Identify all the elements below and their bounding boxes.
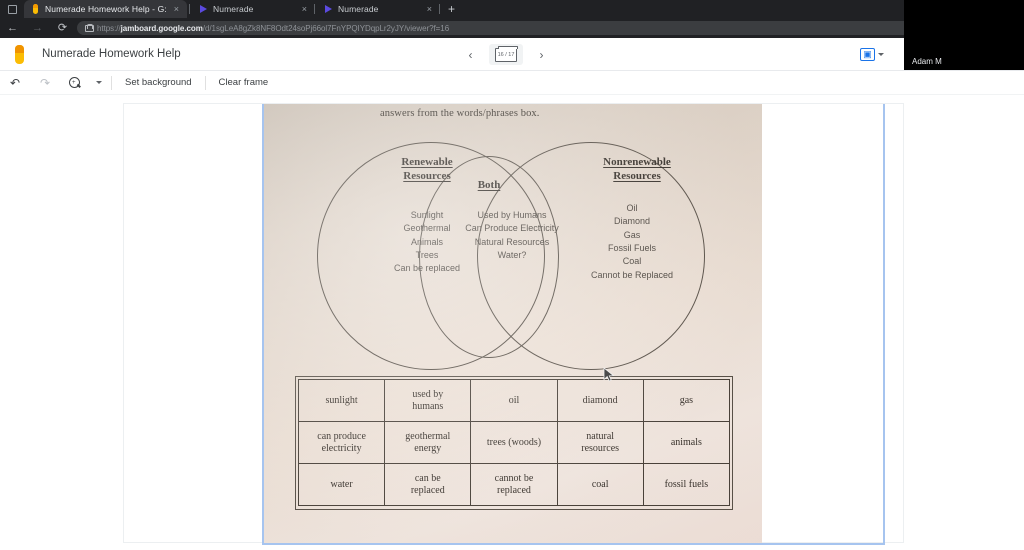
tab-title: Numerade	[338, 4, 379, 14]
close-icon[interactable]: ×	[171, 4, 179, 14]
word-bank-cell: animals	[642, 421, 731, 464]
text-line: Renewable	[401, 156, 453, 168]
word-bank-cell: can produce electricity	[297, 421, 386, 464]
tab-divider	[314, 4, 315, 14]
zoom-dropdown-button[interactable]	[90, 71, 108, 95]
text-line: Resources	[613, 169, 661, 182]
jamboard-logo-icon	[10, 43, 30, 65]
zoom-in-icon[interactable]: +	[60, 71, 90, 95]
jamboard-toolbar: ↶ ↷ + Set background Clear frame	[0, 71, 1024, 95]
venn-item: Cannot be Replaced	[590, 269, 674, 280]
close-icon[interactable]: ×	[299, 4, 307, 14]
numerade-icon	[324, 4, 334, 14]
worksheet-image[interactable]: answers from the words/phrases box. Rene…	[262, 104, 762, 545]
set-background-button[interactable]: Set background	[115, 77, 202, 88]
window-restore-icon[interactable]	[0, 0, 24, 18]
url-host: jamboard.google.com	[120, 23, 203, 33]
present-button[interactable]: ▣	[860, 48, 884, 61]
text-line: Both	[477, 179, 501, 191]
lock-icon	[85, 24, 94, 32]
venn-item: Fossil Fuels	[607, 242, 656, 253]
tab-divider	[439, 4, 440, 14]
worksheet-content: answers from the words/phrases box. Rene…	[262, 104, 762, 545]
browser-tab-2[interactable]: Numerade ×	[192, 0, 312, 18]
frame-navigation: ‹ 16 / 17 ›	[462, 38, 550, 71]
chevron-down-icon[interactable]	[878, 53, 884, 56]
tab-title: Numerade Homework Help - G:	[45, 4, 167, 14]
redo-button[interactable]: ↷	[30, 71, 60, 95]
venn-item: Gas	[623, 229, 641, 240]
next-frame-button[interactable]: ›	[533, 46, 550, 63]
url-text: https://jamboard.google.com/d/1sgLeA8gZk…	[97, 24, 449, 33]
participant-name: Adam M	[912, 57, 942, 66]
url-path: /d/1sgLeA8gZk8NF8Odt24soPj66ol7FnYPQIYDq…	[202, 23, 450, 33]
selection-handle-right[interactable]	[883, 104, 885, 545]
venn-diagram: Renewable Resources Both Nonrenewable Reso…	[262, 134, 762, 392]
browser-tab-3[interactable]: Numerade ×	[317, 0, 437, 18]
word-bank-cell: gas	[642, 379, 731, 422]
word-bank-cell: geothermal energy	[384, 421, 472, 464]
tab-divider	[189, 4, 190, 14]
word-bank-cell: oil	[470, 379, 558, 422]
text-line: Resources	[403, 169, 451, 182]
browser-tab-1[interactable]: Numerade Homework Help - G: ×	[24, 0, 187, 18]
video-call-overlay[interactable]: Adam M	[904, 0, 1024, 70]
worksheet-instruction: answers from the words/phrases box.	[380, 108, 540, 119]
word-bank-cell: can be replaced	[384, 463, 472, 506]
word-bank-body: sunlight used by humans oil diamond gas can pr…	[297, 379, 731, 506]
venn-item: Diamond	[613, 216, 651, 227]
venn-item: Can be replaced	[393, 263, 461, 274]
venn-list-nonrenewable: Oil Diamond Gas Fossil Fuels Coal Cannot be R…	[542, 202, 722, 282]
frame-thumbnail-icon: 16 / 17	[495, 46, 518, 62]
word-bank-cell: coal	[556, 463, 644, 506]
venn-heading-nonrenewable: Nonrenewable Resources	[562, 156, 712, 184]
tab-strip: Numerade Homework Help - G: × Numerade ×…	[0, 0, 1024, 18]
browser-chrome: Numerade Homework Help - G: × Numerade ×…	[0, 0, 1024, 38]
word-bank-cell: diamond	[556, 379, 644, 422]
word-bank-row: sunlight used by humans oil diamond gas	[297, 379, 731, 422]
word-bank-row: can produce electricity geothermal energy tr…	[297, 421, 731, 464]
clear-frame-button[interactable]: Clear frame	[209, 77, 279, 88]
selection-handle-left[interactable]	[262, 104, 264, 545]
word-bank-cell: used by humans	[384, 379, 472, 422]
word-bank-cell: cannot be replaced	[470, 463, 558, 506]
word-bank-table: sunlight used by humans oil diamond gas can pr…	[297, 379, 731, 506]
jam-frame: answers from the words/phrases box. Rene…	[123, 103, 904, 545]
jamboard-canvas[interactable]: answers from the words/phrases box. Rene…	[0, 95, 1024, 550]
word-bank-cell: sunlight	[297, 379, 386, 422]
forward-button[interactable]: →	[25, 18, 50, 38]
url-scheme: https://	[97, 23, 121, 33]
address-bar[interactable]: https://jamboard.google.com/d/1sgLeA8gZk…	[77, 21, 982, 35]
browser-nav-toolbar: ← → ⟳ https://jamboard.google.com/d/1sgL…	[0, 18, 1024, 38]
app-root: Numerade Homework Help - G: × Numerade ×…	[0, 0, 1024, 550]
venn-item: Oil	[626, 203, 638, 213]
page-title: Numerade Homework Help	[42, 48, 181, 60]
present-icon: ▣	[860, 48, 875, 61]
venn-heading-both: Both	[452, 179, 526, 193]
numerade-icon	[199, 4, 209, 14]
new-tab-button[interactable]: +	[442, 3, 461, 15]
word-bank-cell: fossil fuels	[642, 463, 731, 506]
toolbar-divider	[111, 75, 112, 90]
previous-frame-button[interactable]: ‹	[462, 46, 479, 63]
frame-counter-label: 16 / 17	[497, 51, 515, 58]
venn-item: Coal	[622, 256, 642, 267]
jamboard-icon	[31, 4, 41, 14]
back-button[interactable]: ←	[0, 18, 25, 38]
undo-button[interactable]: ↶	[0, 71, 30, 95]
reload-button[interactable]: ⟳	[50, 18, 75, 38]
toolbar-divider	[204, 75, 206, 90]
word-bank-cell: natural resources	[556, 421, 644, 464]
chevron-down-icon	[96, 81, 102, 84]
word-bank-cell: water	[297, 463, 386, 506]
word-bank-row: water can be replaced cannot be replaced coal…	[297, 463, 731, 506]
text-line: Nonrenewable	[603, 156, 671, 168]
frame-counter-button[interactable]: 16 / 17	[489, 44, 523, 65]
tab-title: Numerade	[213, 4, 254, 14]
close-icon[interactable]: ×	[424, 4, 432, 14]
selection-handle-bottom[interactable]	[262, 543, 885, 545]
word-bank-cell: trees (woods)	[470, 421, 558, 464]
